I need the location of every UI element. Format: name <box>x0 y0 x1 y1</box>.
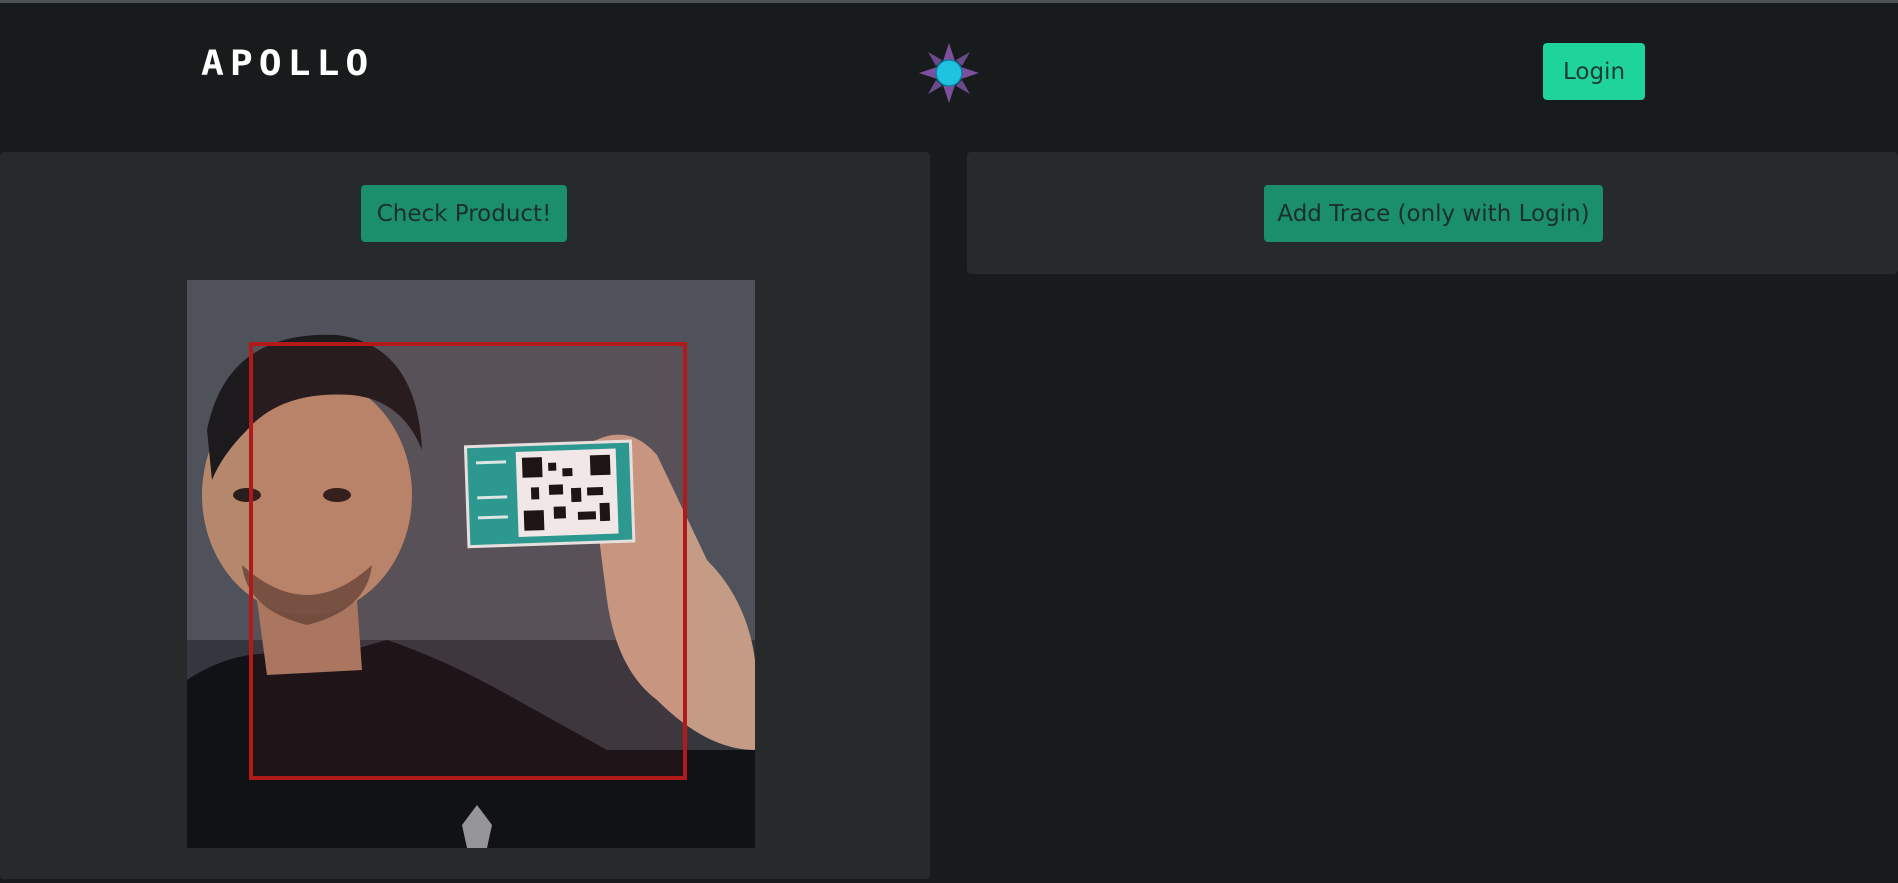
check-product-button[interactable]: Check Product! <box>361 185 567 242</box>
brand-logo-text[interactable]: APOLLO <box>201 43 374 83</box>
compass-star-icon <box>919 43 979 103</box>
add-trace-button[interactable]: Add Trace (only with Login) <box>1264 185 1603 242</box>
login-button[interactable]: Login <box>1543 43 1645 100</box>
navbar: APOLLO Login <box>0 3 1898 152</box>
add-trace-panel: Add Trace (only with Login) <box>967 152 1898 274</box>
scan-frame <box>249 342 687 780</box>
check-product-panel: Check Product! <box>0 152 930 879</box>
camera-feed <box>187 280 755 848</box>
